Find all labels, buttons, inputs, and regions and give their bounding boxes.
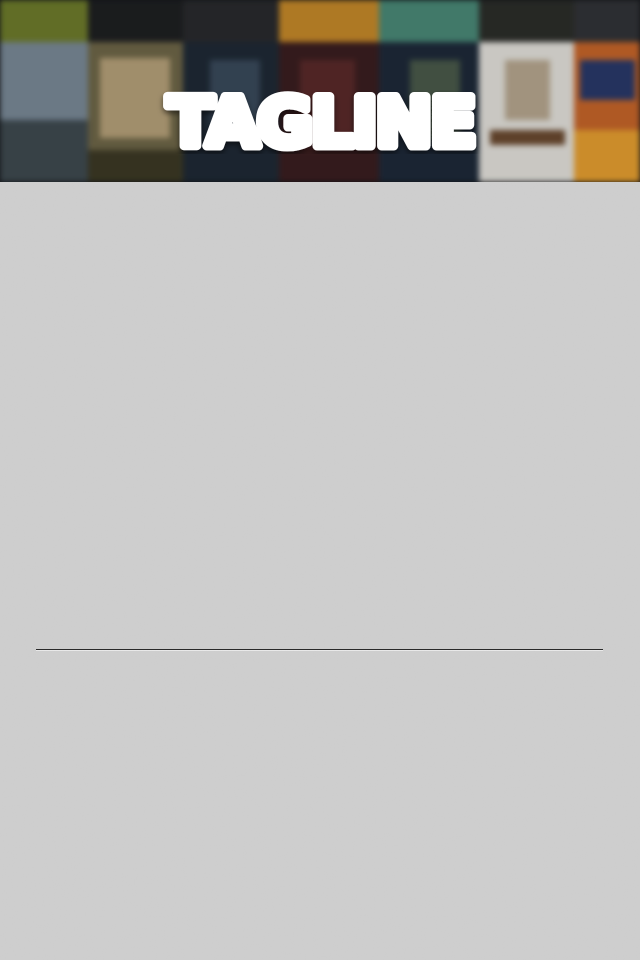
noise-texture	[0, 182, 640, 960]
header-banner: TAGLINE	[0, 0, 640, 182]
logo-text: TAGLINE	[167, 90, 475, 154]
tagline-logo: TAGLINE	[163, 90, 482, 154]
horizontal-divider	[36, 649, 603, 650]
content-area	[0, 182, 640, 960]
